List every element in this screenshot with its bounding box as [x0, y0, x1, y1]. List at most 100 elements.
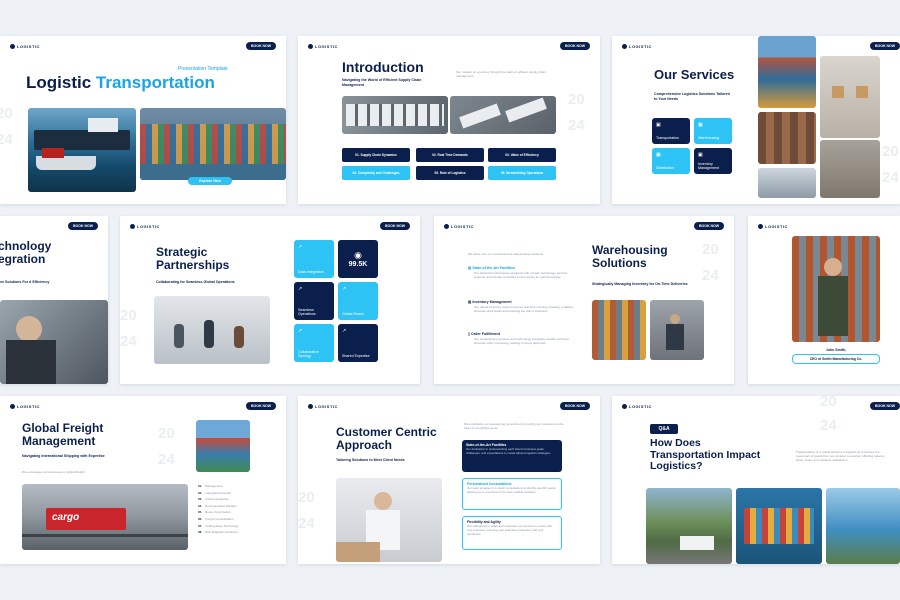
- book-now-button[interactable]: BOOK NOW: [245, 402, 276, 410]
- slide-technology-integration[interactable]: BOOK NOW chnology egration ve Solutions …: [0, 216, 108, 384]
- logo: LOGISTIC: [308, 404, 338, 409]
- testimonial-name: John Smith,: [825, 348, 847, 352]
- list-item: 01. Management: [198, 484, 223, 488]
- year-top: 20: [702, 241, 719, 258]
- slide-title: Customer Centric Approach: [336, 425, 437, 453]
- intro-pill-1[interactable]: 01. Supply Chain Dynamics: [342, 148, 410, 162]
- stat-value: 99.5K: [348, 261, 368, 268]
- slide-customer-centric[interactable]: LOGISTIC BOOK NOW Customer Centric Appro…: [298, 396, 600, 564]
- book-now-button[interactable]: BOOK NOW: [869, 42, 900, 50]
- slide-title: chnology egration: [0, 239, 51, 266]
- year-bottom: 24: [882, 169, 899, 186]
- trucks-photo: [342, 96, 448, 134]
- logo-icon: [622, 44, 627, 49]
- harbor-photo: [826, 488, 900, 564]
- truck-side-photo: [758, 168, 816, 198]
- book-now-button[interactable]: BOOK NOW: [559, 42, 590, 50]
- intro-pill-6[interactable]: 06. Streamlining Operations: [488, 166, 556, 180]
- logo: LOGISTIC: [622, 404, 652, 409]
- slide-logistic-transportation[interactable]: LOGISTIC BOOK NOW Presentation Template …: [0, 36, 286, 204]
- service-tile-distribution[interactable]: ▣ Distribution: [652, 148, 690, 174]
- logo-icon: [622, 404, 627, 409]
- service-tile-inventory[interactable]: ▣ Inventory Management: [694, 148, 732, 174]
- partner-tile-collaborative-synergy[interactable]: ↗ Collaborative Synergy: [294, 324, 334, 362]
- intro-body: Our mission on a journey through the rea…: [456, 70, 546, 79]
- tile-label: Shared Expertise: [342, 354, 370, 358]
- year-bottom: 24: [120, 333, 137, 350]
- book-now-button[interactable]: BOOK NOW: [693, 222, 724, 230]
- slide-title: How Does Transportation Impact Logistics…: [650, 437, 761, 473]
- containers-crane-photo: [758, 36, 816, 108]
- approach-card-1[interactable]: State-of-the-Art Facilities Our dedicati…: [462, 440, 562, 472]
- testimonial-role: CEO of Smith Manufacturing Co.: [792, 354, 880, 364]
- highway-truck-photo: [646, 488, 732, 564]
- partner-tile-seamless-operations[interactable]: ↗ Seamless Operations: [294, 282, 334, 320]
- slide-our-services[interactable]: LOGISTIC BOOK NOW Our Services Comprehen…: [612, 36, 900, 204]
- location-pin-icon: ◉: [354, 250, 362, 260]
- logo: LOGISTIC: [758, 224, 788, 229]
- slide-testimonial[interactable]: LOGISTIC John Smith, CEO of Smith Manufa…: [748, 216, 900, 384]
- intro-pill-2[interactable]: 02. Real Time Demands: [416, 148, 484, 162]
- slide-strategic-partnerships[interactable]: LOGISTIC BOOK NOW Strategic Partnerships…: [120, 216, 420, 384]
- tile-label: Collaborative Synergy: [298, 350, 319, 358]
- logo-text: LOGISTIC: [17, 44, 40, 49]
- year-bottom: 24: [158, 451, 175, 468]
- warehouse-trucks-photo: [450, 96, 556, 134]
- cargo-train-photo: cargo: [22, 484, 188, 550]
- service-tile-transportation[interactable]: ▣ Transportation: [652, 118, 690, 144]
- logo-icon: [758, 224, 763, 229]
- year-bottom: 24: [298, 515, 315, 532]
- list-item: 07. Cutting-Edge Technology: [198, 523, 239, 528]
- warehouse-racks-photo: [758, 112, 816, 164]
- feature-item-1: ▥ State-of-the-Art Facilities Our advanc…: [468, 266, 576, 279]
- year-top: 20: [298, 489, 315, 506]
- warehouse-icon: ▣: [698, 122, 703, 128]
- approach-card-2[interactable]: Personalized Consultations Our team enga…: [462, 478, 562, 510]
- intro-text: We emphasize our unwavering commitment t…: [464, 422, 564, 431]
- slide-qna[interactable]: LOGISTIC BOOK NOW 20 24 Q&A How Does Tra…: [612, 396, 900, 564]
- warehouse-worker-photo: [650, 300, 704, 360]
- distribution-icon: ▣: [656, 152, 661, 158]
- book-now-button[interactable]: BOOK NOW: [245, 42, 276, 50]
- intro-pill-3[interactable]: 03. Value of Efficiency: [488, 148, 556, 162]
- intro-pill-4[interactable]: 04. Complexity and Challenges: [342, 166, 410, 180]
- slide-body: We encourage our businesses on global fr…: [22, 470, 86, 474]
- slide-title: Global Freight Management: [22, 421, 104, 449]
- book-now-button[interactable]: BOOK NOW: [67, 222, 98, 230]
- service-tile-warehousing[interactable]: ▣ Warehousing: [694, 118, 732, 144]
- book-now-button[interactable]: BOOK NOW: [869, 402, 900, 410]
- year-top: 20: [158, 425, 175, 442]
- slide-subtitle: Navigating the World of Efficient Supply…: [342, 78, 422, 87]
- logo-icon: [10, 44, 15, 49]
- partner-tile-global-reach[interactable]: ↗ Global Reach: [338, 282, 378, 320]
- tile-label: Global Reach: [342, 312, 364, 316]
- tile-label: Seamless Operations: [298, 308, 316, 316]
- partner-tile-data-integration[interactable]: ↗ Data Integration: [294, 240, 334, 278]
- logo-text: LOGISTIC: [315, 404, 338, 409]
- logo-text: LOGISTIC: [629, 404, 652, 409]
- tile-label: Inventory Management: [698, 162, 719, 170]
- slide-global-freight[interactable]: LOGISTIC BOOK NOW Global Freight Managem…: [0, 396, 286, 564]
- logo: LOGISTIC: [444, 224, 474, 229]
- partner-tile-shared-expertise[interactable]: ↗ Shared Expertise: [338, 324, 378, 362]
- slide-introduction[interactable]: LOGISTIC BOOK NOW Introduction Navigatin…: [298, 36, 600, 204]
- book-now-button[interactable]: BOOK NOW: [559, 402, 590, 410]
- arrow-up-right-icon: ↗: [298, 286, 303, 292]
- approach-card-3[interactable]: Flexibility and Agility Our willingness …: [462, 516, 562, 550]
- explore-now-button[interactable]: Explore Now: [188, 177, 232, 185]
- year-bottom: 24: [820, 417, 837, 434]
- qa-badge: Q&A: [650, 424, 678, 434]
- card-text: Our team engages in in-depth consultatio…: [467, 486, 557, 494]
- slide-title: Warehousing Solutions: [592, 243, 668, 271]
- book-now-button[interactable]: BOOK NOW: [379, 222, 410, 230]
- slide-warehousing-solutions[interactable]: LOGISTIC BOOK NOW We delve into our comp…: [434, 216, 734, 384]
- intro-text: We delve into our comprehensive warehous…: [468, 252, 544, 256]
- slide-body: Transportation is a critical element of …: [796, 450, 885, 463]
- logo-text: LOGISTIC: [315, 44, 338, 49]
- partner-tile-stat[interactable]: ◉ 99.5K: [338, 240, 378, 278]
- intro-pill-5[interactable]: 05. Role of Logistics: [416, 166, 484, 180]
- slide-subtitle: Presentation Template: [178, 66, 228, 72]
- arrow-up-right-icon: ↗: [298, 328, 303, 334]
- slide-subtitle: ve Solutions For d Efficiency: [0, 280, 50, 284]
- feature-text: Our advanced warehouses equipped with mo…: [474, 270, 568, 279]
